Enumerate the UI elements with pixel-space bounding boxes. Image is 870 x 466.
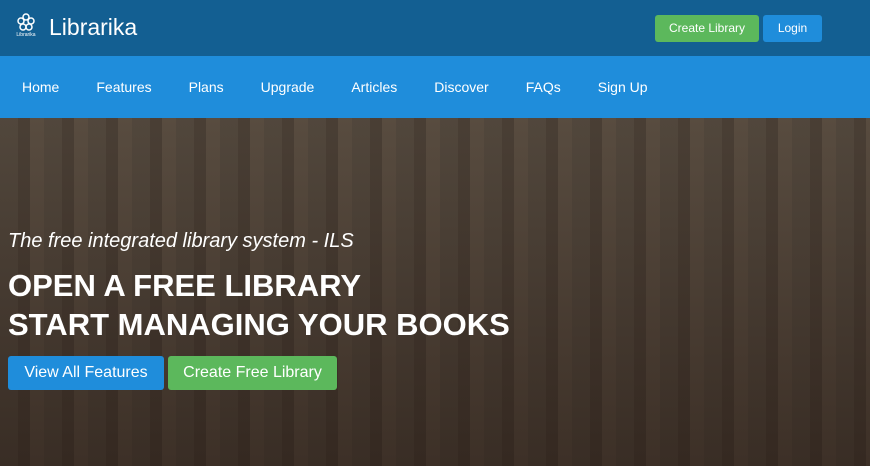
hero-title: OPEN A FREE LIBRARY START MANAGING YOUR B… xyxy=(8,266,510,344)
hero-tagline: The free integrated library system - ILS xyxy=(8,230,354,252)
create-library-button[interactable]: Create Library xyxy=(655,15,759,42)
logo[interactable]: Librarika xyxy=(10,12,42,38)
main-nav: Home Features Plans Upgrade Articles Dis… xyxy=(0,56,870,118)
nav-discover[interactable]: Discover xyxy=(434,79,488,95)
nav-plans[interactable]: Plans xyxy=(189,79,224,95)
view-all-features-button[interactable]: View All Features xyxy=(8,356,164,390)
brand-name[interactable]: Librarika xyxy=(49,14,137,41)
nav-upgrade[interactable]: Upgrade xyxy=(261,79,315,95)
hero-banner: The free integrated library system - ILS… xyxy=(0,118,870,466)
logo-text: Librarika xyxy=(16,32,36,38)
hero-title-line2: START MANAGING YOUR BOOKS xyxy=(8,307,510,342)
nav-faqs[interactable]: FAQs xyxy=(526,79,561,95)
flower-logo-icon xyxy=(17,13,35,31)
header: Librarika Librarika Create Library Login xyxy=(0,0,870,56)
login-button[interactable]: Login xyxy=(763,15,822,42)
nav-home[interactable]: Home xyxy=(22,79,59,95)
nav-articles[interactable]: Articles xyxy=(351,79,397,95)
nav-features[interactable]: Features xyxy=(96,79,151,95)
create-free-library-button[interactable]: Create Free Library xyxy=(168,356,337,390)
hero-title-line1: OPEN A FREE LIBRARY xyxy=(8,268,362,303)
nav-sign-up[interactable]: Sign Up xyxy=(598,79,648,95)
